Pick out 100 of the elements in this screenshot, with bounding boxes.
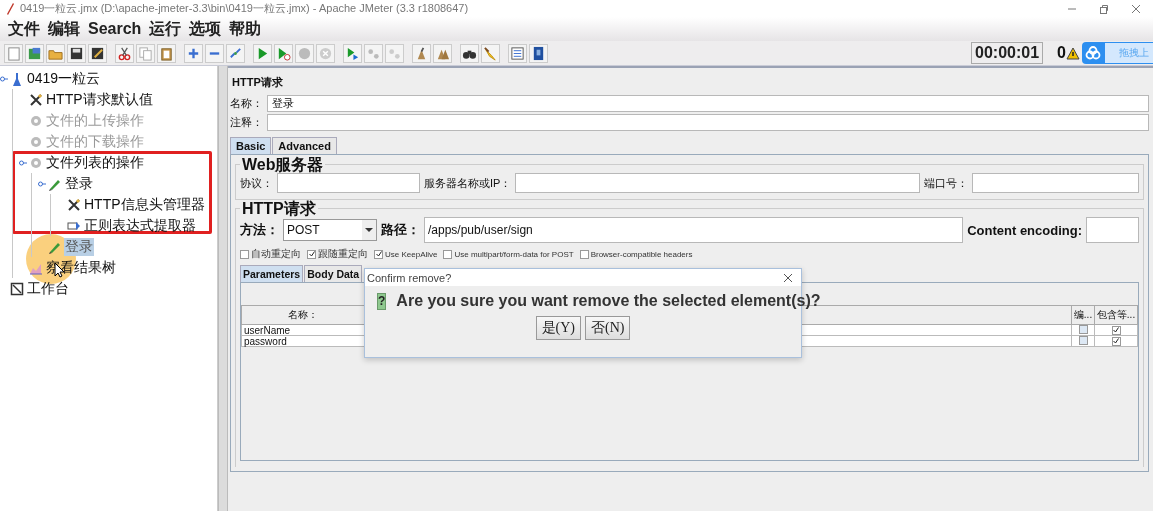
menu-item[interactable]: 选项 xyxy=(185,18,226,40)
dialog-message: Are you sure you want remove the selected element(s)? xyxy=(396,292,821,310)
flask-icon xyxy=(10,71,24,86)
tree-item[interactable]: HTTP请求默认值 xyxy=(45,90,154,109)
tree-item[interactable]: 工作台 xyxy=(26,279,70,298)
field-label: 方法： xyxy=(240,221,279,239)
checkbox-option[interactable]: 跟随重定向 xyxy=(307,247,368,261)
gear-icon xyxy=(29,155,43,170)
wrench-icon xyxy=(67,197,81,212)
workbench-icon xyxy=(10,281,24,296)
cloud-icon xyxy=(1085,46,1101,60)
field-label: 名称： xyxy=(230,96,263,111)
list-icon[interactable] xyxy=(508,43,527,63)
window-title: 0419一粒云.jmx (D:\apache-jmeter-3.3\bin\0419一粒云.jmx) - Apache JMeter (3.3 r1808647) xyxy=(20,1,470,16)
checkbox[interactable] xyxy=(1078,336,1088,345)
plus-icon[interactable] xyxy=(184,43,203,63)
tab[interactable]: Basic xyxy=(230,137,272,154)
check-icon xyxy=(308,251,315,257)
widget-label: 拖拽上 xyxy=(1105,43,1153,63)
check-icon xyxy=(375,251,382,257)
menu-item[interactable]: 文件 xyxy=(4,18,44,40)
checkbox[interactable] xyxy=(307,249,316,259)
menu-item[interactable]: 帮助 xyxy=(225,18,266,40)
text-field[interactable] xyxy=(972,173,1139,193)
save-as-icon[interactable] xyxy=(88,43,107,63)
gear-icon xyxy=(29,113,43,128)
broom-icon[interactable] xyxy=(433,43,452,63)
brush-icon[interactable] xyxy=(481,43,500,63)
play-icon[interactable] xyxy=(274,43,293,63)
column-header[interactable]: 名称： xyxy=(241,305,365,325)
tab[interactable]: Advanced xyxy=(272,137,337,154)
menu-item[interactable]: Search xyxy=(84,20,146,38)
new-file-icon[interactable] xyxy=(4,43,23,63)
checkbox-option[interactable]: Browser-compatible headers xyxy=(579,249,693,259)
dialog-title: Confirm remove? xyxy=(367,271,452,284)
gear-icon xyxy=(29,134,43,149)
field-label: 端口号： xyxy=(924,175,968,191)
path-field[interactable]: /apps/pub/user/sign xyxy=(424,217,964,243)
tree-item[interactable]: 0419一粒云 xyxy=(26,69,102,88)
checkbox[interactable] xyxy=(240,249,249,259)
error-count: 0 xyxy=(1057,44,1066,62)
question-icon: ? xyxy=(377,292,387,310)
remote-play-icon[interactable] xyxy=(343,43,362,63)
scissors-icon[interactable] xyxy=(115,43,134,63)
help-book-icon[interactable] xyxy=(529,43,548,63)
minus-icon[interactable] xyxy=(205,43,224,63)
menu-item[interactable]: 运行 xyxy=(145,18,186,40)
field-label: Content encoding: xyxy=(967,222,1082,238)
text-field[interactable] xyxy=(277,173,420,193)
text-field[interactable] xyxy=(515,173,920,193)
checkbox[interactable] xyxy=(374,249,383,259)
section-title: HTTP请求 xyxy=(241,200,317,217)
tree-item[interactable]: HTTP信息头管理器 xyxy=(83,195,206,214)
wrench-icon xyxy=(29,92,43,107)
elapsed-timer: 00:00:01 xyxy=(971,42,1044,64)
dialog-button[interactable]: 否(N) xyxy=(585,316,631,340)
broom-icon[interactable] xyxy=(412,43,431,63)
tab[interactable]: Parameters xyxy=(240,265,304,282)
column-header[interactable]: 包含等... xyxy=(1094,305,1138,325)
tree-item[interactable]: 登录 xyxy=(64,174,94,193)
play-icon[interactable] xyxy=(253,43,272,63)
comment-field[interactable] xyxy=(267,114,1149,131)
encoding-field[interactable] xyxy=(1086,217,1139,243)
section-title: Web服务器 xyxy=(241,156,325,173)
clipboard-icon[interactable] xyxy=(157,43,176,63)
save-icon[interactable] xyxy=(67,43,86,63)
close-icon[interactable] xyxy=(783,272,793,283)
dots-icon[interactable] xyxy=(385,43,404,63)
expand-handle-icon[interactable] xyxy=(0,74,8,83)
field-label: 服务器名称或IP： xyxy=(424,175,512,191)
checkbox[interactable] xyxy=(579,249,589,259)
checkbox[interactable] xyxy=(1111,325,1121,335)
dots-icon[interactable] xyxy=(364,43,383,63)
dialog-button[interactable]: 是(Y) xyxy=(535,316,581,340)
field-label: 路径： xyxy=(381,221,420,239)
expand-handle-icon[interactable] xyxy=(19,158,27,167)
tree-item[interactable]: 正则表达式提取器 xyxy=(83,216,197,235)
menu-item[interactable]: 编辑 xyxy=(44,18,84,40)
checkbox[interactable] xyxy=(443,249,453,259)
checkbox[interactable] xyxy=(1078,325,1088,334)
name-field[interactable]: 登录 xyxy=(267,95,1149,112)
checkbox-option[interactable]: Use multipart/form-data for POST xyxy=(443,249,574,259)
table-cell: password xyxy=(241,335,365,347)
column-header[interactable]: 编... xyxy=(1071,305,1095,325)
tree-item[interactable]: 文件列表的操作 xyxy=(45,153,145,172)
expand-handle-icon[interactable] xyxy=(38,179,46,188)
checkbox[interactable] xyxy=(1111,336,1121,346)
restore-icon[interactable] xyxy=(1099,3,1109,14)
checkbox-option[interactable]: Use KeepAlive xyxy=(374,249,438,259)
binoculars-icon[interactable] xyxy=(460,43,479,63)
panel-title: HTTP请求 xyxy=(232,75,284,90)
warning-icon xyxy=(1066,46,1080,60)
field-label: 注释： xyxy=(230,115,263,130)
checkbox-option[interactable]: 自动重定向 xyxy=(240,247,301,261)
table-cell: userName xyxy=(241,324,365,336)
tab[interactable]: Body Data xyxy=(304,265,363,282)
close-icon[interactable] xyxy=(1131,3,1141,14)
toggle-icon[interactable] xyxy=(226,43,245,63)
book-icon[interactable] xyxy=(25,43,44,63)
method-dropdown[interactable]: POST xyxy=(283,219,377,241)
